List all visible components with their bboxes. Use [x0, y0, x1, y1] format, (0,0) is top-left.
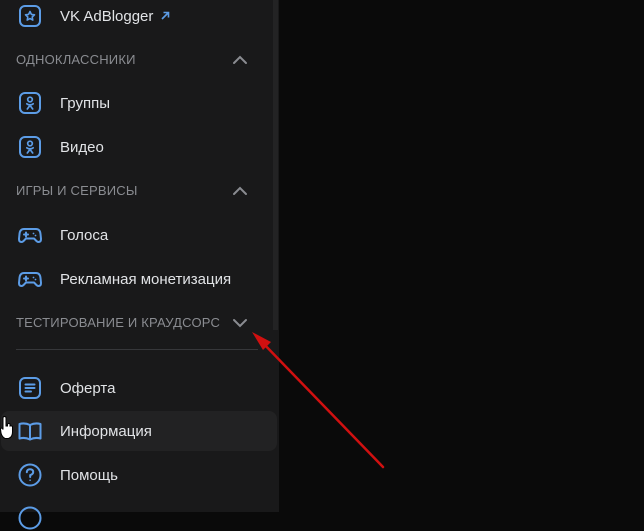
sidebar-item-golosa[interactable]: Голоса: [0, 215, 279, 255]
book-icon: [16, 417, 44, 445]
hand-cursor-icon: [0, 416, 13, 439]
partial-item-icon: [18, 506, 42, 530]
chevron-up-icon: [233, 186, 247, 195]
vk-adblogger-icon: [16, 2, 44, 30]
section-header-ok[interactable]: Одноклассники: [0, 44, 279, 74]
chevron-down-icon: [233, 319, 247, 328]
section-header-testing[interactable]: Тестирование и краудсорсинг: [0, 307, 279, 337]
sidebar-item-vk-adblogger[interactable]: VK AdBlogger: [0, 0, 279, 36]
sidebar-item-label: VK AdBlogger: [60, 7, 154, 25]
sidebar-item-ad-monetization[interactable]: Рекламная монетизация: [0, 259, 279, 299]
section-title: Тестирование и краудсорсинг: [16, 314, 221, 330]
sidebar-divider: [16, 349, 258, 350]
help-icon: [16, 461, 44, 489]
section-title: Одноклассники: [16, 51, 136, 67]
sidebar-item-label: Помощь: [60, 466, 118, 484]
sidebar: VK AdBlogger Одноклассники Группы: [0, 0, 279, 530]
ok-icon: [16, 89, 44, 117]
section-title: Игры и сервисы: [16, 182, 138, 198]
sidebar-item-label: Группы: [60, 94, 110, 112]
sidebar-item-label: Рекламная монетизация: [60, 270, 232, 288]
section-header-games[interactable]: Игры и сервисы: [0, 175, 279, 205]
sidebar-item-label: Оферта: [60, 379, 116, 397]
sidebar-item-label: Информация: [60, 422, 152, 440]
sidebar-item-label: Видео: [60, 138, 104, 156]
gamepad-icon: [16, 221, 44, 249]
sidebar-item-offer[interactable]: Оферта: [0, 368, 279, 408]
ok-icon: [16, 133, 44, 161]
sidebar-item-info[interactable]: Информация: [1, 411, 277, 451]
sidebar-item-ok-video[interactable]: Видео: [0, 127, 279, 167]
document-icon: [16, 374, 44, 402]
chevron-up-icon: [233, 55, 247, 64]
external-link-icon: [161, 11, 170, 20]
sidebar-item-label: Голоса: [60, 226, 109, 244]
sidebar-item-help[interactable]: Помощь: [0, 455, 279, 495]
sidebar-item-ok-groups[interactable]: Группы: [0, 83, 279, 123]
gamepad-icon: [16, 265, 44, 293]
